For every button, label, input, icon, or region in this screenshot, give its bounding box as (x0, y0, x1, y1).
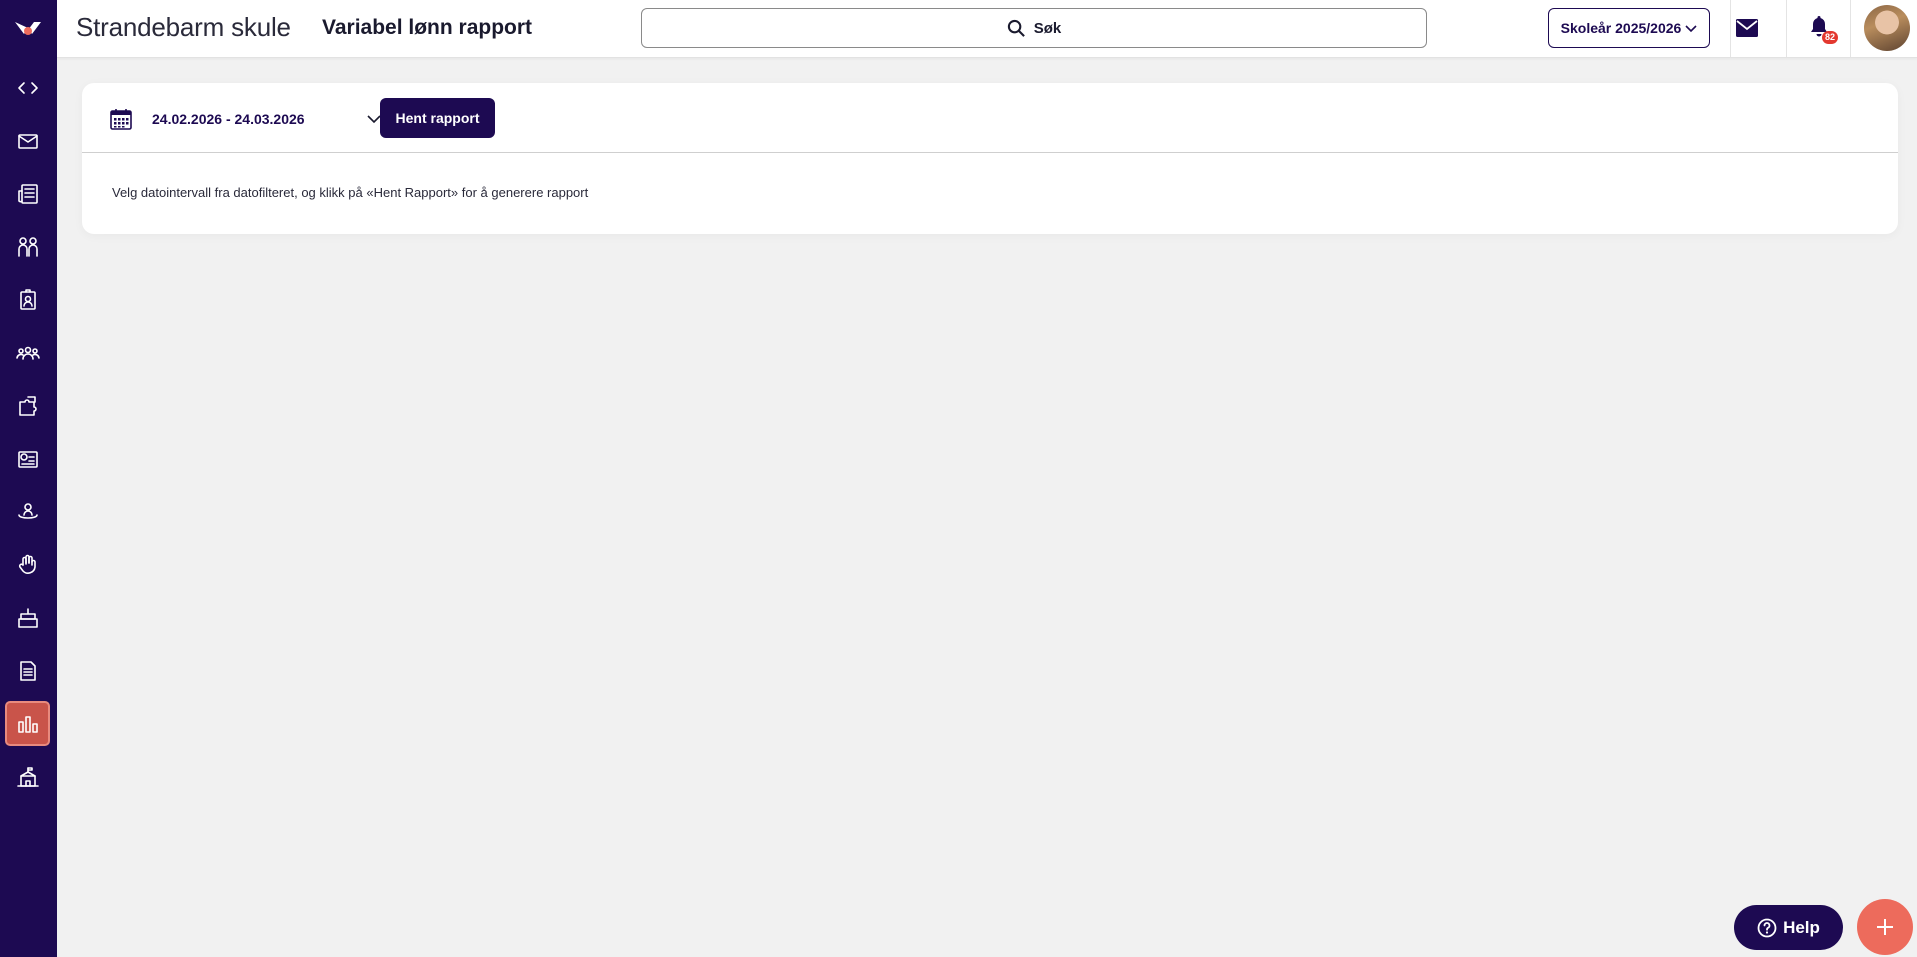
top-header: Strandebarm skule Variabel lønn rapport … (57, 0, 1917, 58)
notifications-button[interactable]: 82 (1806, 12, 1839, 44)
document-icon (19, 660, 36, 681)
school-name: Strandebarm skule (76, 12, 291, 42)
search-placeholder: Søk (1033, 19, 1062, 37)
sidebar-item-users[interactable] (5, 330, 50, 375)
sidebar-item-reports-chat[interactable] (5, 436, 50, 481)
sidebar-item-news[interactable] (5, 171, 50, 216)
help-label: Help (1783, 917, 1820, 937)
sidebar-item-statistics[interactable] (5, 701, 50, 746)
bar-chart-icon (17, 715, 38, 733)
newspaper-icon (17, 183, 38, 204)
sidebar-item-documents[interactable] (5, 648, 50, 693)
chevron-down-icon (1685, 25, 1697, 33)
mail-icon (17, 133, 38, 149)
help-button[interactable]: Help (1734, 905, 1843, 950)
people-icon (17, 236, 38, 257)
sidebar (0, 0, 57, 957)
sidebar-item-wellbeing[interactable] (5, 489, 50, 534)
report-card: 24.02.2026 - 24.03.2026 Hent rapport Vel… (82, 83, 1898, 234)
users-group-icon (15, 346, 40, 360)
code-icon (17, 81, 38, 94)
school-year-label: Skoleår 2025/2026 (1560, 20, 1682, 36)
hand-icon (18, 554, 36, 574)
add-button[interactable] (1857, 899, 1913, 955)
sidebar-item-planner[interactable] (5, 383, 50, 428)
sidebar-item-groups[interactable] (5, 224, 50, 269)
fetch-report-button[interactable]: Hent rapport (380, 98, 495, 138)
page-title: Variabel lønn rapport (322, 16, 533, 39)
question-circle-icon (1757, 918, 1777, 937)
chat-chart-icon (17, 450, 38, 468)
app-logo-icon[interactable] (12, 14, 44, 42)
sidebar-item-events[interactable] (5, 595, 50, 640)
id-badge-icon (19, 288, 36, 310)
person-hands-icon (17, 502, 38, 519)
search-icon (1007, 19, 1025, 37)
header-divider (1850, 0, 1851, 57)
sidebar-item-code[interactable] (5, 65, 50, 110)
header-divider (1730, 0, 1731, 57)
date-range-picker[interactable]: 24.02.2026 - 24.03.2026 (109, 104, 381, 134)
sidebar-item-badge[interactable] (5, 277, 50, 322)
user-avatar[interactable] (1864, 5, 1910, 51)
notification-badge: 82 (1822, 31, 1839, 44)
sidebar-item-messages[interactable] (5, 118, 50, 163)
sidebar-item-activities[interactable] (5, 542, 50, 587)
messages-button[interactable] (1732, 14, 1762, 42)
report-filter-bar: 24.02.2026 - 24.03.2026 Hent rapport (82, 83, 1898, 153)
calendar-icon (110, 109, 132, 130)
puzzle-icon (18, 395, 37, 416)
report-instructions: Velg datointervall fra datofilteret, og … (112, 185, 589, 200)
search-input[interactable]: Søk (641, 8, 1427, 48)
header-divider (1786, 0, 1787, 57)
plus-icon (1877, 919, 1893, 935)
cake-icon (17, 607, 38, 628)
chevron-down-icon (367, 115, 381, 124)
school-year-select[interactable]: Skoleår 2025/2026 (1548, 8, 1710, 48)
sidebar-item-school[interactable] (5, 754, 50, 799)
date-range-value: 24.02.2026 - 24.03.2026 (152, 111, 305, 127)
envelope-icon (1736, 19, 1758, 37)
school-icon (16, 766, 39, 787)
